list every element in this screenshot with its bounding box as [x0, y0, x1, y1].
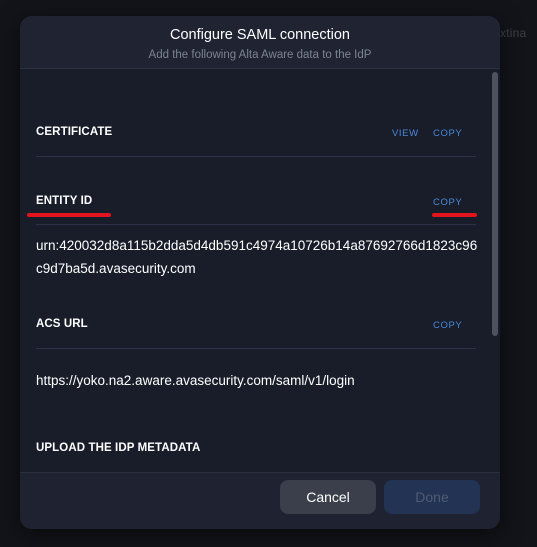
upload-idp-metadata-label: UPLOAD THE IDP METADATA — [36, 442, 201, 454]
entity-id-copy-underline-annotation — [432, 213, 477, 217]
dialog-title: Configure SAML connection — [169, 27, 350, 43]
background-partial-text: xtina — [500, 26, 527, 40]
entity-id-label: ENTITY ID — [36, 195, 93, 207]
certificate-divider — [36, 156, 476, 157]
dialog-scrollbar[interactable] — [490, 69, 500, 473]
entity-id-value: urn:420032d8a115b2dda5d4db591c4974a10726… — [36, 238, 478, 276]
dialog-body[interactable]: CERTIFICATE VIEW COPY ENTITY ID COPY urn… — [20, 69, 500, 473]
certificate-copy-link[interactable]: COPY — [433, 128, 462, 139]
acs-url-copy-link[interactable]: COPY — [433, 320, 462, 331]
entity-id-underline-annotation — [27, 213, 111, 217]
acs-url-divider — [36, 348, 476, 349]
acs-url-value: https://yoko.na2.aware.avasecurity.com/s… — [36, 373, 355, 388]
acs-url-label: ACS URL — [36, 318, 88, 330]
dialog-footer: Cancel Done — [20, 472, 500, 529]
cancel-button[interactable]: Cancel — [280, 480, 376, 514]
certificate-label: CERTIFICATE — [36, 126, 113, 138]
scrollbar-thumb[interactable] — [492, 72, 498, 336]
done-button[interactable]: Done — [384, 480, 480, 514]
entity-id-copy-link[interactable]: COPY — [433, 197, 462, 208]
certificate-view-link[interactable]: VIEW — [392, 128, 419, 139]
dialog-header: Configure SAML connection Add the follow… — [20, 16, 500, 69]
saml-connection-dialog: Configure SAML connection Add the follow… — [20, 16, 500, 529]
dialog-subtitle: Add the following Alta Aware data to the… — [148, 49, 372, 61]
entity-id-divider — [36, 224, 476, 225]
